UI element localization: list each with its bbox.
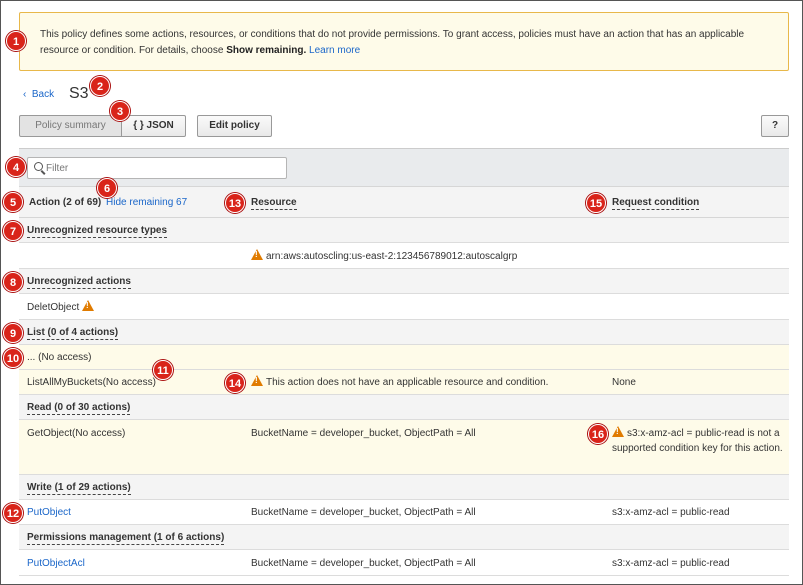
group-row-list: List (0 of 4 actions)	[19, 320, 789, 345]
banner-text: This policy defines some actions, resour…	[40, 27, 780, 59]
callout-marker: 6	[97, 178, 117, 198]
table-row: ListAllMyBuckets(No access) This action …	[19, 370, 789, 395]
delet-object-text: DeletObject	[27, 302, 80, 313]
callout-marker: 2	[90, 76, 110, 96]
write-group-label: Write (1 of 29 actions)	[27, 482, 131, 495]
table-row: GetObject(No access) BucketName = develo…	[19, 420, 789, 475]
group-label[interactable]: List (0 of 4 actions)	[27, 325, 119, 340]
action-column-header: Action (2 of 69) Hide remaining 67	[29, 197, 187, 208]
search-icon	[34, 162, 43, 171]
callout-marker: 13	[225, 193, 245, 213]
condition-text: s3:x-amz-acl = public-read is not a supp…	[612, 428, 783, 454]
warning-icon	[251, 249, 263, 260]
resource-cell: BucketName = developer_bucket, ObjectPat…	[251, 558, 476, 569]
arn-text: arn:aws:autoscling:us-east-2:12345678901…	[266, 251, 518, 262]
action-count: Action (2 of 69)	[29, 197, 102, 208]
put-object-link[interactable]: PutObject	[27, 505, 71, 520]
callout-marker: 7	[3, 221, 23, 241]
page-title: S3	[69, 85, 89, 102]
chevron-left-icon: ‹	[23, 89, 32, 100]
resource-text: This action does not have an applicable …	[266, 377, 549, 388]
callout-marker: 12	[3, 503, 23, 523]
table-header: Action (2 of 69) Hide remaining 67 Resou…	[19, 186, 789, 218]
group-row-read: Read (0 of 30 actions)	[19, 395, 789, 420]
callout-marker: 16	[588, 424, 608, 444]
warning-icon	[251, 375, 263, 386]
request-condition-column-header[interactable]: Request condition	[612, 197, 700, 210]
callout-marker: 14	[225, 373, 245, 393]
help-button[interactable]: ?	[761, 115, 789, 137]
table-row: PutObject BucketName = developer_bucket,…	[19, 500, 789, 525]
group-label[interactable]: Permissions management (1 of 6 actions)	[27, 530, 225, 545]
condition-cell: None	[612, 377, 636, 388]
unrecognized-actions-label: Unrecognized actions	[27, 276, 131, 289]
table-row: ... (No access)	[19, 345, 789, 370]
resource-cell: This action does not have an applicable …	[251, 375, 548, 390]
list-group-label: List (0 of 4 actions)	[27, 327, 119, 340]
group-row-unrecognized-actions: Unrecognized actions	[19, 269, 789, 294]
group-label[interactable]: Write (1 of 29 actions)	[27, 480, 131, 495]
edit-policy-button[interactable]: Edit policy	[197, 115, 272, 137]
callout-marker: 5	[3, 192, 23, 212]
group-label[interactable]: Unrecognized actions	[27, 274, 131, 289]
help-icon: ?	[771, 120, 779, 131]
action-cell: GetObject(No access)	[27, 428, 126, 439]
callout-marker: 1	[6, 31, 26, 51]
condition-cell: s3:x-amz-acl = public-read	[612, 558, 730, 569]
table-row: DeletObject	[19, 294, 789, 320]
filter-input[interactable]	[46, 160, 276, 176]
action-cell: ListAllMyBuckets(No access)	[27, 377, 156, 388]
back-label: Back	[31, 89, 55, 100]
condition-cell: s3:x-amz-acl = public-read	[612, 507, 730, 518]
callout-marker: 15	[586, 193, 606, 213]
permissions-management-label: Permissions management (1 of 6 actions)	[27, 532, 225, 545]
back-link[interactable]: ‹ Back	[23, 89, 54, 100]
table-row: arn:aws:autoscling:us-east-2:12345678901…	[19, 243, 789, 269]
policy-summary-button[interactable]: Policy summary	[19, 115, 122, 137]
banner-message: This policy defines some actions, resour…	[40, 29, 745, 56]
put-object-acl-link[interactable]: PutObjectAcl	[27, 556, 85, 571]
group-row-write: Write (1 of 29 actions)	[19, 475, 789, 500]
json-button[interactable]: { } JSON	[121, 115, 186, 137]
group-label[interactable]: Read (0 of 30 actions)	[27, 400, 131, 415]
callout-marker: 8	[3, 272, 23, 292]
resource-header-label: Resource	[251, 197, 297, 210]
learn-more-link[interactable]: Learn more	[309, 45, 360, 56]
warning-icon	[82, 300, 95, 311]
request-condition-header-label: Request condition	[612, 197, 700, 210]
table-row: PutObjectAcl BucketName = developer_buck…	[19, 550, 789, 576]
callout-marker: 11	[153, 360, 173, 380]
resource-cell: arn:aws:autoscling:us-east-2:12345678901…	[251, 249, 517, 264]
unrecognized-resource-types-label: Unrecognized resource types	[27, 225, 168, 238]
filter-field[interactable]	[27, 157, 287, 179]
no-access-cell[interactable]: ... (No access)	[27, 350, 91, 365]
callout-marker: 3	[110, 101, 130, 121]
resource-column-header[interactable]: Resource	[251, 197, 297, 210]
warning-icon	[612, 426, 624, 437]
group-row-unrecognized-resource-types: Unrecognized resource types	[19, 218, 789, 243]
show-remaining-text: Show remaining.	[226, 45, 307, 56]
condition-cell: s3:x-amz-acl = public-read is not a supp…	[612, 426, 784, 456]
group-label[interactable]: Unrecognized resource types	[27, 223, 168, 238]
read-group-label: Read (0 of 30 actions)	[27, 402, 131, 415]
policy-warning-banner: This policy defines some actions, resour…	[19, 12, 789, 71]
callout-marker: 10	[3, 348, 23, 368]
resource-cell: BucketName = developer_bucket, ObjectPat…	[251, 428, 476, 439]
action-cell: DeletObject	[27, 300, 97, 315]
hide-remaining-link[interactable]: Hide remaining 67	[106, 197, 187, 208]
group-row-permissions-management: Permissions management (1 of 6 actions)	[19, 525, 789, 550]
callout-marker: 9	[3, 323, 23, 343]
callout-marker: 4	[6, 157, 26, 177]
resource-cell: BucketName = developer_bucket, ObjectPat…	[251, 507, 476, 518]
